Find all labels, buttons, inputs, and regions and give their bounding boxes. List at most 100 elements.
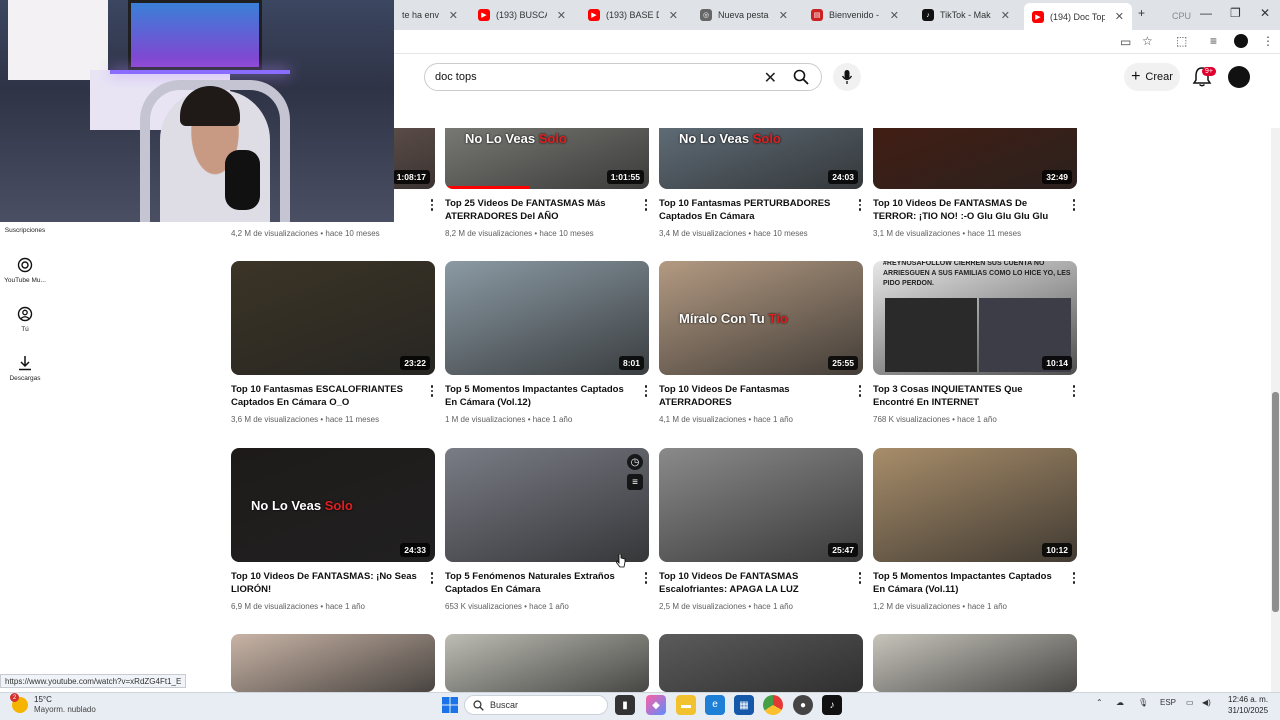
chrome-icon[interactable] [763, 695, 783, 715]
video-thumbnail[interactable]: 25:47 [659, 448, 863, 562]
watch-later-icon[interactable]: ◷ [627, 454, 643, 470]
video-title[interactable]: Top 10 Videos De Fantasmas ATERRADORES [659, 383, 847, 409]
thumbnail-overlay-text: Míralo Con Tu Tío [679, 311, 788, 326]
video-metadata: 2,5 M de visualizaciones • hace 1 año [659, 602, 793, 611]
more-options-icon[interactable] [855, 384, 865, 398]
video-duration: 32:49 [1042, 170, 1072, 184]
video-duration: 25:47 [828, 543, 858, 557]
weather-widget[interactable]: 2 15°C Mayorm. nublado [10, 693, 96, 715]
taskbar-search[interactable]: Buscar [464, 695, 608, 715]
video-title[interactable]: Top 10 Videos De FANTASMAS: ¡No Seas LlO… [231, 570, 419, 596]
webcam-overlay [0, 0, 394, 222]
more-options-icon[interactable] [427, 384, 437, 398]
streamer-microphone [225, 150, 260, 210]
window-view [128, 0, 262, 70]
video-duration: 10:14 [1042, 356, 1072, 370]
taskbar-search-placeholder: Buscar [490, 700, 519, 710]
overlay-text-red: Solo [752, 131, 781, 146]
video-metadata: 4,2 M de visualizaciones • hace 10 meses [231, 229, 380, 238]
file-explorer-icon[interactable]: ▬ [676, 695, 696, 715]
overlay-text-red: Tío [768, 311, 788, 326]
overlay-text-red: Solo [324, 498, 353, 513]
language-indicator[interactable]: ESP [1160, 698, 1176, 707]
tray-chevron-icon[interactable]: ⌃ [1096, 698, 1103, 707]
clock-date: 31/10/2025 [1228, 706, 1269, 715]
cloud-icon[interactable]: ☁ [1116, 698, 1124, 707]
copilot-icon[interactable]: ◆ [646, 695, 666, 715]
video-thumbnail[interactable] [873, 634, 1077, 692]
more-options-icon[interactable] [1069, 198, 1079, 212]
video-thumbnail[interactable]: #REYNOSAFOLLOW CIERREN SUS CUENTA NO ARR… [873, 261, 1077, 375]
windows-taskbar [0, 692, 1280, 720]
more-options-icon[interactable] [427, 571, 437, 585]
more-options-icon[interactable] [641, 571, 651, 585]
video-title[interactable]: Top 5 Momentos Impactantes Captados En C… [445, 383, 633, 409]
video-title[interactable]: Top 5 Fenómenos Naturales Extraños Capta… [445, 570, 633, 596]
more-options-icon[interactable] [641, 384, 651, 398]
weather-temperature: 15°C [34, 695, 52, 704]
video-thumbnail[interactable] [659, 634, 863, 692]
mic-tray-icon[interactable]: 🎙 [1138, 698, 1148, 707]
network-icon[interactable]: ▭ [1186, 698, 1194, 707]
obs-icon[interactable]: ● [793, 695, 813, 715]
edge-browser-icon[interactable]: e [705, 695, 725, 715]
clear-search-icon[interactable]: ✕ [764, 68, 777, 88]
account-avatar[interactable] [1228, 66, 1250, 88]
microsoft-store-icon[interactable]: ▦ [734, 695, 754, 715]
video-title[interactable]: Top 25 Videos De FANTASMAS Más ATERRADOR… [445, 197, 633, 223]
video-thumbnail[interactable] [231, 634, 435, 692]
volume-icon[interactable]: ◀) [1202, 698, 1211, 707]
search-button[interactable] [781, 64, 821, 90]
search-icon [473, 699, 484, 711]
video-metadata: 768 K visualizaciones • hace 1 año [873, 415, 997, 424]
video-thumbnail[interactable]: 8:01 [445, 261, 649, 375]
video-title[interactable]: Top 10 Fantasmas ESCALOFRIANTES Captados… [231, 383, 419, 409]
video-thumbnail[interactable]: 23:22 [231, 261, 435, 375]
wall-poster [8, 0, 108, 80]
search-box[interactable]: doc tops ✕ [424, 63, 822, 91]
overlay-text-white: No Lo Veas [465, 131, 539, 146]
video-title[interactable]: Top 3 Cosas INQUIETANTES Que Encontré En… [873, 383, 1061, 409]
video-thumbnail[interactable]: Míralo Con Tu Tío 25:55 [659, 261, 863, 375]
video-duration: 8:01 [618, 356, 644, 370]
more-options-icon[interactable] [1069, 571, 1079, 585]
task-view-icon[interactable]: ▮ [615, 695, 635, 715]
video-thumbnail[interactable]: 10:12 [873, 448, 1077, 562]
watch-progress-bar [445, 186, 529, 189]
more-options-icon[interactable] [855, 198, 865, 212]
overlay-text-white: No Lo Veas [251, 498, 325, 513]
start-button[interactable] [440, 695, 460, 715]
video-metadata: 3,1 M de visualizaciones • hace 11 meses [873, 229, 1022, 238]
more-options-icon[interactable] [427, 198, 437, 212]
more-options-icon[interactable] [641, 198, 651, 212]
status-url-bar: https://www.youtube.com/watch?v=xRdZG4Ft… [0, 674, 187, 688]
video-thumbnail[interactable]: ◷ ≡ [445, 448, 649, 562]
thumbnail-overlay-text: No Lo Veas Solo [251, 498, 353, 513]
video-metadata: 3,4 M de visualizaciones • hace 10 meses [659, 229, 808, 238]
page-scrollbar-thumb[interactable] [1272, 392, 1279, 612]
video-metadata: 1 M de visualizaciones • hace 1 año [445, 415, 573, 424]
more-options-icon[interactable] [855, 571, 865, 585]
video-title[interactable]: Top 10 Videos De FANTASMAS Escalofriante… [659, 570, 847, 596]
system-clock[interactable]: 12:46 a. m. 31/10/2025 [1228, 694, 1268, 716]
tiktok-icon[interactable]: ♪ [822, 695, 842, 715]
blurred-photo [885, 298, 977, 372]
video-thumbnail[interactable]: No Lo Veas Solo 24:33 [231, 448, 435, 562]
video-title[interactable]: Top 5 Momentos Impactantes Captados En C… [873, 570, 1061, 596]
weather-badge: 2 [10, 693, 19, 702]
video-metadata: 653 K visualizaciones • hace 1 año [445, 602, 569, 611]
voice-search-button[interactable] [833, 63, 861, 91]
thumbnail-overlay-text: No Lo Veas Solo [679, 131, 781, 146]
overlay-text-white: No Lo Veas [679, 131, 753, 146]
video-thumbnail[interactable] [445, 634, 649, 692]
notification-count-badge: 9+ [1202, 67, 1216, 76]
video-duration: 23:22 [400, 356, 430, 370]
more-options-icon[interactable] [1069, 384, 1079, 398]
create-button[interactable]: + Crear [1124, 63, 1180, 91]
overlay-text-red: Solo [538, 131, 567, 146]
plus-icon: + [1131, 68, 1141, 85]
video-duration: 10:12 [1042, 543, 1072, 557]
video-title[interactable]: Top 10 Videos De FANTASMAS De TERROR: ¡T… [873, 197, 1061, 223]
add-to-queue-icon[interactable]: ≡ [627, 474, 643, 490]
video-title[interactable]: Top 10 Fantasmas PERTURBADORES Captados … [659, 197, 847, 223]
